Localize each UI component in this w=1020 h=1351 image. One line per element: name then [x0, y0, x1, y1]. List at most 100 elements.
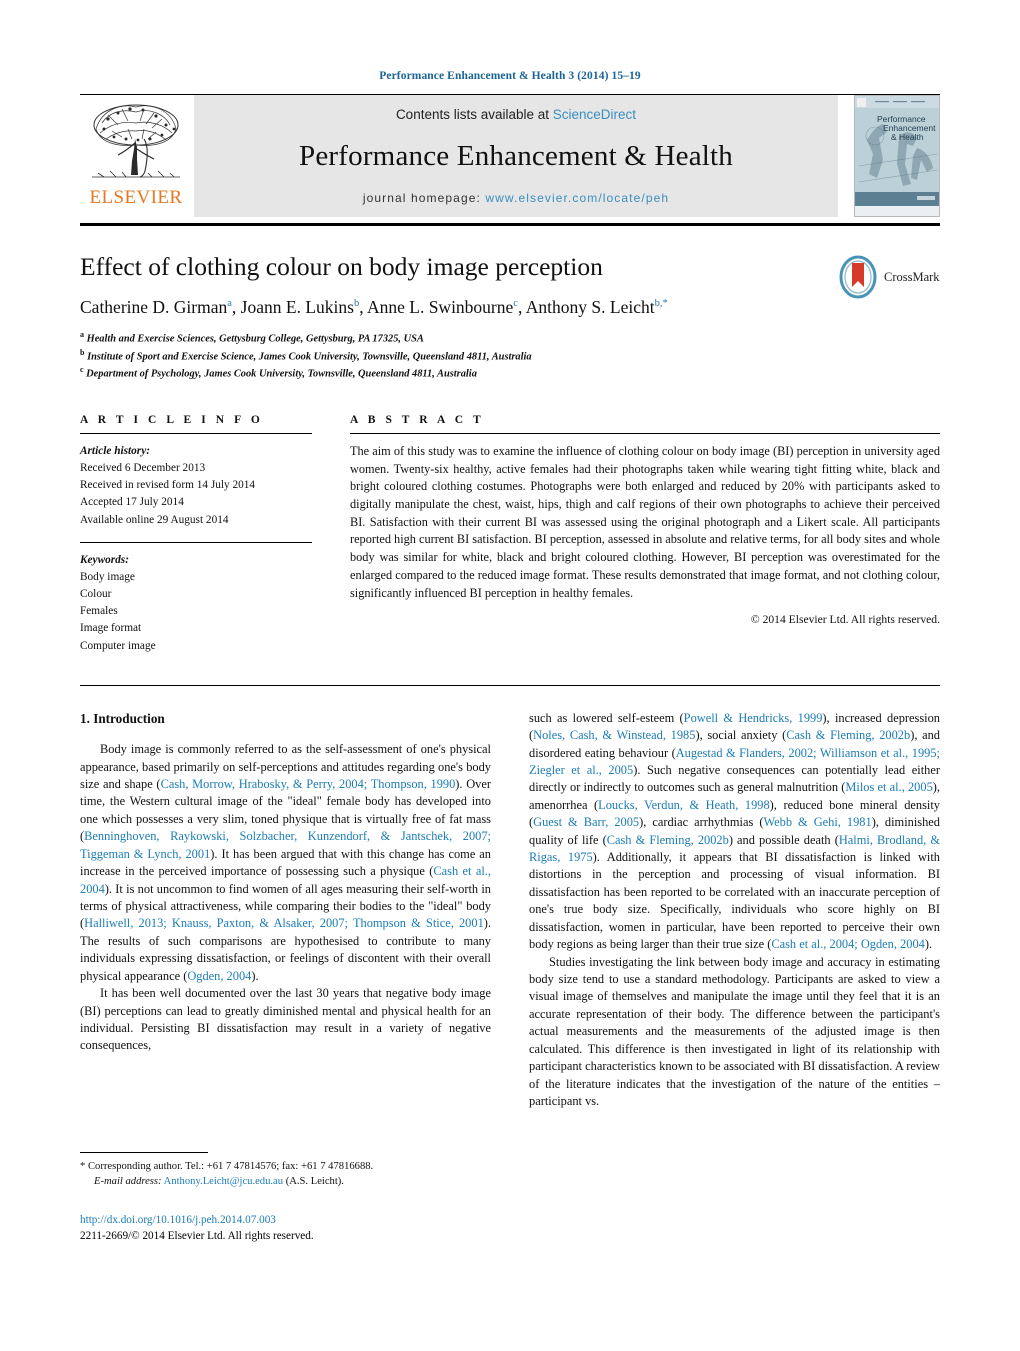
body-separator-rule: [80, 684, 940, 686]
contents-available-line: Contents lists available at ScienceDirec…: [396, 107, 636, 122]
affiliation-item: c Department of Psychology, James Cook U…: [80, 364, 940, 382]
history-item: Available online 29 August 2014: [80, 513, 229, 526]
journal-masthead: ELSEVIER Contents lists available at Sci…: [80, 95, 940, 217]
corresponding-text: Corresponding author. Tel.: +61 7 478145…: [87, 1161, 374, 1172]
journal-cover-art: Performance Enhancement & Health: [855, 96, 939, 216]
email-suffix: (A.S. Leicht).: [285, 1176, 344, 1188]
citation-link[interactable]: Halliwell, 2013; Knauss, Paxton, & Alsak…: [84, 916, 484, 930]
citation-link[interactable]: Loucks, Verdun, & Heath, 1998: [598, 798, 770, 812]
article-info-rule: [80, 432, 312, 434]
footnote-area: * Corresponding author. Tel.: +61 7 4781…: [80, 1152, 500, 1190]
elsevier-wordmark: ELSEVIER: [89, 187, 183, 208]
article-title-block: CrossMark Effect of clothing colour on b…: [80, 252, 940, 382]
page-title: Effect of clothing colour on body image …: [80, 252, 603, 281]
article-info-column: A R T I C L E I N F O Article history: R…: [80, 414, 312, 655]
abstract-rule: [350, 432, 940, 434]
abstract-column: A B S T R A C T The aim of this study wa…: [350, 414, 940, 655]
affiliation-item: b Institute of Sport and Exercise Scienc…: [80, 347, 940, 365]
keywords-rule: [80, 541, 312, 543]
keyword-item: Computer image: [80, 639, 156, 652]
body-paragraph: Body image is commonly referred to as th…: [80, 742, 491, 983]
elsevier-logo: ELSEVIER: [80, 95, 192, 217]
history-item: Received 6 December 2013: [80, 462, 206, 475]
keywords-block: Keywords: Body image Colour Females Imag…: [80, 552, 312, 655]
body-column-right: such as lowered self-esteem (Powell & He…: [529, 710, 940, 1111]
footnote-rule: [80, 1152, 208, 1153]
affiliation-text: Institute of Sport and Exercise Science,…: [87, 351, 532, 363]
body-paragraph: Studies investigating the link between b…: [529, 954, 940, 1108]
keywords-label: Keywords:: [80, 553, 129, 566]
sciencedirect-link[interactable]: ScienceDirect: [553, 107, 636, 122]
citation-link[interactable]: Cash, Morrow, Hrabosky, & Perry, 2004; T…: [161, 777, 456, 791]
journal-homepage-line: journal homepage: www.elsevier.com/locat…: [363, 191, 669, 205]
issn-copyright-line: 2211-2669/© 2014 Elsevier Ltd. All right…: [80, 1230, 314, 1243]
email-line: E-mail address: Anthony.Leicht@jcu.edu.a…: [80, 1174, 500, 1189]
article-body: 1. Introduction Body image is commonly r…: [80, 710, 940, 1111]
abstract-text: The aim of this study was to examine the…: [350, 443, 940, 600]
affiliation-list: a Health and Exercise Sciences, Gettysbu…: [80, 329, 940, 382]
svg-text:& Health: & Health: [891, 132, 924, 142]
author-affiliation-mark[interactable]: b,*: [655, 298, 668, 309]
citation-link[interactable]: Augestad & Flanders, 2002; Williamson et…: [529, 746, 940, 777]
keyword-item: Colour: [80, 588, 112, 601]
corresponding-author-note: * Corresponding author. Tel.: +61 7 4781…: [80, 1159, 500, 1190]
citation-link[interactable]: Guest & Barr, 2005: [533, 815, 639, 829]
author-name: Joann E. Lukins: [240, 297, 354, 318]
author-name: Anne L. Swinbourne: [366, 297, 514, 318]
author-separator: ,: [517, 297, 526, 318]
author-separator: ,: [231, 297, 241, 318]
citation-link[interactable]: Benninghoven, Raykowski, Solzbacher, Kun…: [80, 829, 491, 860]
keyword-item: Body image: [80, 570, 135, 583]
journal-article-page: Performance Enhancement & Health 3 (2014…: [0, 0, 1020, 1351]
journal-homepage-link[interactable]: www.elsevier.com/locate/peh: [485, 191, 669, 205]
info-abstract-section: A R T I C L E I N F O Article history: R…: [80, 414, 940, 655]
abstract-copyright: © 2014 Elsevier Ltd. All rights reserved…: [750, 613, 940, 627]
running-head: Performance Enhancement & Health 3 (2014…: [379, 70, 641, 82]
body-paragraph: such as lowered self-esteem (Powell & He…: [529, 710, 941, 952]
crossmark-icon: [839, 255, 877, 299]
journal-info-band: Contents lists available at ScienceDirec…: [194, 95, 838, 217]
affiliation-mark: a: [80, 330, 84, 340]
abstract-label: A B S T R A C T: [350, 413, 485, 426]
affiliation-text: Department of Psychology, James Cook Uni…: [86, 368, 477, 380]
crossmark-label: CrossMark: [884, 269, 940, 284]
citation-link[interactable]: Powell & Hendricks, 1999: [684, 711, 823, 725]
affiliation-text: Health and Exercise Sciences, Gettysburg…: [86, 333, 424, 345]
author-name: Catherine D. Girman: [80, 297, 228, 318]
homepage-prefix: journal homepage:: [362, 191, 486, 205]
journal-title: Performance Enhancement & Health: [299, 140, 733, 172]
citation-link[interactable]: Milos et al., 2005: [845, 780, 932, 794]
history-item: Received in revised form 14 July 2014: [80, 479, 256, 492]
citation-link[interactable]: Cash et al., 2004; Ogden, 2004: [771, 937, 925, 951]
citation-link[interactable]: Noles, Cash, & Winstead, 1985: [533, 728, 695, 742]
masthead-bottom-rule: [80, 223, 940, 226]
section-heading-introduction: 1. Introduction: [80, 710, 165, 726]
journal-cover-thumbnail: Performance Enhancement & Health: [854, 95, 940, 217]
doi-link[interactable]: http://dx.doi.org/10.1016/j.peh.2014.07.…: [80, 1212, 314, 1228]
citation-link[interactable]: Cash & Fleming, 2002b: [786, 728, 910, 742]
corresponding-marker: *: [80, 1161, 86, 1172]
article-info-label: A R T I C L E I N F O: [80, 413, 264, 426]
author-separator: ,: [359, 297, 367, 318]
elsevier-tree-icon: [92, 104, 180, 178]
doi-block: http://dx.doi.org/10.1016/j.peh.2014.07.…: [80, 1212, 314, 1244]
keyword-item: Females: [80, 605, 118, 618]
article-history-block: Article history: Received 6 December 201…: [80, 443, 312, 529]
citation-link[interactable]: Ogden, 2004: [187, 969, 251, 983]
affiliation-mark: c: [80, 365, 84, 375]
affiliation-mark: b: [80, 347, 85, 357]
keyword-item: Image format: [80, 622, 142, 635]
crossmark-badge[interactable]: CrossMark: [836, 254, 940, 300]
citation-link[interactable]: Halmi, Brodland, & Rigas, 1975: [529, 833, 940, 864]
citation-link[interactable]: Cash et al., 2004: [80, 864, 491, 895]
citation-link[interactable]: Cash & Fleming, 2002b: [607, 833, 729, 847]
email-label: E-mail address:: [94, 1176, 162, 1188]
citation-link[interactable]: Webb & Gehi, 1981: [763, 815, 871, 829]
corresponding-author-line: * Corresponding author. Tel.: +61 7 4781…: [80, 1159, 500, 1174]
article-history-label: Article history:: [80, 444, 150, 457]
author-list: Catherine D. Girmana, Joann E. Lukinsb, …: [80, 297, 940, 318]
author-name: Anthony S. Leicht: [525, 297, 655, 318]
affiliation-item: a Health and Exercise Sciences, Gettysbu…: [80, 329, 940, 347]
history-item: Accepted 17 July 2014: [80, 496, 184, 509]
email-link[interactable]: Anthony.Leicht@jcu.edu.au: [164, 1176, 283, 1187]
